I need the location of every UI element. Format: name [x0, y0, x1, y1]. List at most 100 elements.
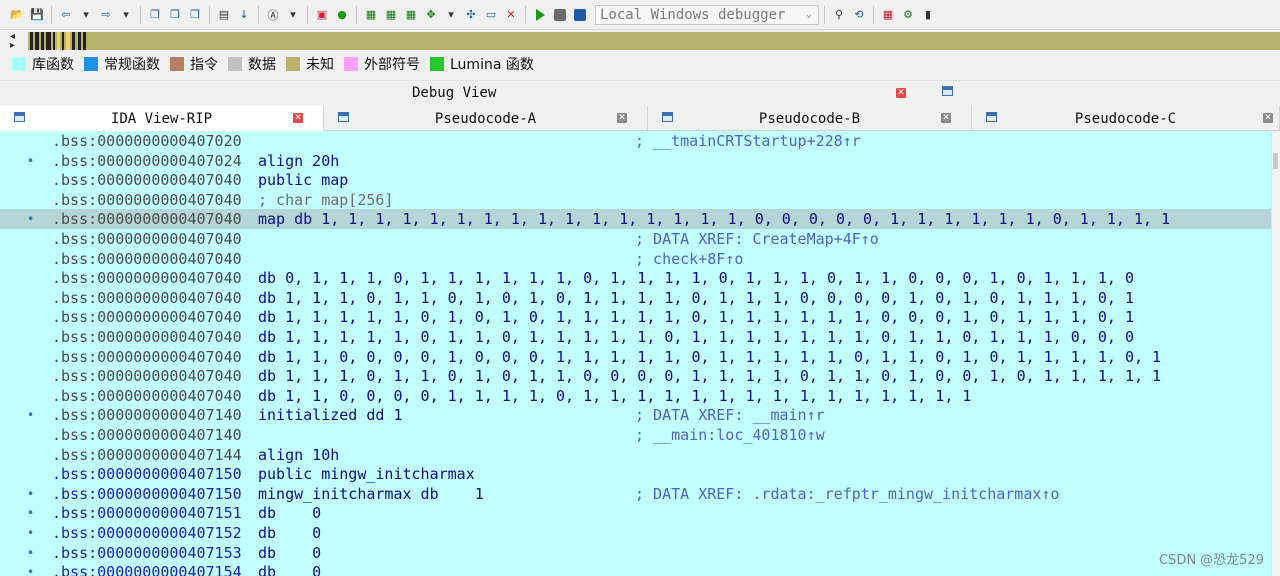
debugger-select[interactable]: Local Windows debugger ⌄: [595, 4, 819, 25]
xref-comment[interactable]: ; __tmainCRTStartup+228↑r: [635, 131, 861, 151]
instruction-text[interactable]: db 1, 1, 1, 1, 1, 0, 1, 0, 1, 0, 1, 1, 1…: [258, 307, 1134, 327]
xref-comment[interactable]: ; DATA XREF: CreateMap+4F↑o: [635, 229, 879, 249]
instruction-text[interactable]: ; char map[256]: [258, 190, 393, 210]
vertical-scrollbar[interactable]: [1271, 131, 1280, 576]
scrollbar-thumb[interactable]: [1273, 153, 1278, 169]
xref-comment[interactable]: ; DATA XREF: __main↑r: [635, 405, 825, 425]
listing-line[interactable]: • .bss:0000000000407153 db 0: [0, 543, 1274, 563]
listing-line[interactable]: .bss:0000000000407020 ; __tmainCRTStartup…: [0, 131, 1274, 151]
listing-line[interactable]: .bss:0000000000407040 db 1, 1, 1, 0, 1, 1…: [0, 366, 1274, 386]
instruction-text[interactable]: db 0: [258, 523, 321, 543]
listing-line[interactable]: .bss:0000000000407040 public map: [0, 170, 1274, 190]
listing-line[interactable]: .bss:0000000000407040 ; DATA XREF: Create…: [0, 229, 1274, 249]
open-file-icon[interactable]: 📂: [8, 6, 26, 24]
close-icon[interactable]: ✕: [941, 113, 951, 123]
instruction-text[interactable]: db 0: [258, 503, 321, 523]
instruction-text[interactable]: db 1, 1, 1, 1, 1, 0, 1, 1, 0, 1, 1, 1, 1…: [258, 327, 1134, 347]
listing-line[interactable]: .bss:0000000000407040 ; check+8F↑o: [0, 249, 1274, 269]
listing-line[interactable]: .bss:0000000000407040 db 1, 1, 1, 1, 1, 0…: [0, 307, 1274, 327]
listing-line[interactable]: .bss:0000000000407040 db 0, 1, 1, 1, 0, 1…: [0, 268, 1274, 288]
listing-line[interactable]: .bss:0000000000407040 db 1, 1, 0, 0, 0, 0…: [0, 347, 1274, 367]
xref-comment[interactable]: ; __main:loc_401810↑w: [635, 425, 825, 445]
instruction-text[interactable]: db 0: [258, 543, 321, 563]
listing-line[interactable]: • .bss:0000000000407154 db 0: [0, 562, 1274, 576]
instruction-text[interactable]: public map: [258, 170, 348, 190]
debug-option-icon[interactable]: ⟲: [850, 6, 868, 24]
chart-icon[interactable]: ▮: [919, 6, 937, 24]
breakpoint-icon[interactable]: ▦: [382, 6, 400, 24]
segment-name: .bss:: [52, 230, 98, 248]
status-green-icon[interactable]: ●: [333, 6, 351, 24]
save-icon[interactable]: 💾: [28, 6, 46, 24]
grid-icon[interactable]: ▦: [879, 6, 897, 24]
text-icon[interactable]: Ⓐ: [264, 6, 282, 24]
process-icon[interactable]: ✣: [462, 6, 480, 24]
tab-ida-view-rip[interactable]: IDA View-RIP ✕: [0, 106, 324, 131]
forward-arrow-icon[interactable]: ⇨: [97, 6, 115, 24]
debug-option-icon[interactable]: ⚲: [830, 6, 848, 24]
instruction-text[interactable]: db 1, 1, 0, 0, 0, 0, 1, 0, 0, 0, 1, 1, 1…: [258, 347, 1161, 367]
close-icon[interactable]: ✕: [293, 113, 303, 123]
instruction-text[interactable]: db 1, 1, 0, 0, 0, 0, 1, 1, 1, 1, 0, 1, 1…: [258, 386, 971, 406]
nav-arrows-icon[interactable]: ◂ ▸: [10, 32, 20, 51]
tab-pseudocode-a[interactable]: Pseudocode-A ✕: [324, 106, 648, 131]
debug-view-tab[interactable]: Debug View ✕: [0, 80, 1280, 107]
tab-pseudocode-b[interactable]: Pseudocode-B ✕: [648, 106, 972, 131]
instruction-text[interactable]: align 10h: [258, 445, 339, 465]
pause-icon[interactable]: [551, 6, 569, 24]
listing-line[interactable]: .bss:0000000000407144 align 10h: [0, 445, 1274, 465]
listing-line[interactable]: .bss:0000000000407150 public mingw_initch…: [0, 464, 1274, 484]
instruction-text[interactable]: db 0: [258, 562, 321, 576]
instruction-text[interactable]: db 0, 1, 1, 1, 0, 1, 1, 1, 1, 1, 1, 0, 1…: [258, 268, 1134, 288]
instruction-text[interactable]: db 1, 1, 1, 0, 1, 1, 0, 1, 0, 1, 1, 0, 0…: [258, 366, 1161, 386]
xref-comment[interactable]: ; check+8F↑o: [635, 249, 743, 269]
close-icon[interactable]: ✕: [1263, 113, 1273, 123]
listing-line[interactable]: • .bss:0000000000407150 mingw_initcharmax …: [0, 484, 1274, 504]
close-icon[interactable]: ✕: [617, 113, 627, 123]
listing-line[interactable]: • .bss:0000000000407152 db 0: [0, 523, 1274, 543]
instruction-text[interactable]: map db 1, 1, 1, 1, 1, 1, 1, 1, 1, 1, 1, …: [258, 209, 1170, 229]
listing-line[interactable]: • .bss:0000000000407040 map db 1, 1, 1, 1,…: [0, 209, 1274, 229]
listing-line[interactable]: .bss:0000000000407140 ; __main:loc_401810…: [0, 425, 1274, 445]
listing-line[interactable]: .bss:0000000000407040 db 1, 1, 1, 0, 1, 1…: [0, 288, 1274, 308]
copy-icon[interactable]: ❐: [146, 6, 164, 24]
navigation-band[interactable]: ◂ ▸: [0, 30, 1280, 52]
navigation-bar[interactable]: [28, 32, 1280, 50]
instruction-text[interactable]: align 20h: [258, 151, 339, 171]
graph-icon[interactable]: ▣: [313, 6, 331, 24]
instruction-text[interactable]: db 1, 1, 1, 0, 1, 1, 0, 1, 0, 1, 0, 1, 1…: [258, 288, 1134, 308]
window-icon[interactable]: [942, 86, 953, 96]
chevron-down-icon[interactable]: ▾: [284, 6, 302, 24]
tree-icon[interactable]: ⚙: [899, 6, 917, 24]
chevron-down-icon[interactable]: ▾: [77, 6, 95, 24]
play-icon[interactable]: [531, 6, 549, 24]
xref-comment[interactable]: ; DATA XREF: .rdata:_refptr_mingw_initch…: [635, 484, 1059, 504]
listing-line[interactable]: .bss:0000000000407040 ; char map[256]: [0, 190, 1274, 210]
back-arrow-icon[interactable]: ⇦: [57, 6, 75, 24]
chevron-down-icon[interactable]: ▾: [117, 6, 135, 24]
window-icon[interactable]: ▭: [482, 6, 500, 24]
listing-line[interactable]: .bss:0000000000407040 db 1, 1, 1, 1, 1, 0…: [0, 327, 1274, 347]
print-icon[interactable]: ▤: [215, 6, 233, 24]
down-arrow-icon[interactable]: ↓: [235, 6, 253, 24]
listing-line[interactable]: • .bss:0000000000407151 db 0: [0, 503, 1274, 523]
copy-icon[interactable]: ❐: [166, 6, 184, 24]
listing-line[interactable]: • .bss:0000000000407140 initialized dd 1 ; …: [0, 405, 1274, 425]
close-icon[interactable]: ✕: [896, 88, 906, 98]
instruction-text[interactable]: public mingw_initcharmax: [258, 464, 475, 484]
close-red-icon[interactable]: ✕: [502, 6, 520, 24]
chevron-down-icon[interactable]: ▾: [442, 6, 460, 24]
breakpoint-icon[interactable]: ▦: [402, 6, 420, 24]
instruction-text[interactable]: mingw_initcharmax db 1: [258, 484, 484, 504]
disassembly-listing[interactable]: .bss:0000000000407020; __tmainCRTStartup…: [0, 131, 1280, 576]
address-value: 0000000000407151: [97, 504, 242, 522]
paste-icon[interactable]: ❐: [186, 6, 204, 24]
step-icon[interactable]: ✥: [422, 6, 440, 24]
instruction-text[interactable]: initialized dd 1: [258, 405, 403, 425]
tab-pseudocode-c[interactable]: Pseudocode-C ✕: [972, 106, 1280, 131]
breakpoint-icon[interactable]: ▦: [362, 6, 380, 24]
watermark: CSDN @恐龙529: [1158, 553, 1264, 568]
listing-line[interactable]: • .bss:0000000000407024 align 20h: [0, 151, 1274, 171]
listing-line[interactable]: .bss:0000000000407040 db 1, 1, 0, 0, 0, 0…: [0, 386, 1274, 406]
stop-icon[interactable]: [571, 6, 589, 24]
